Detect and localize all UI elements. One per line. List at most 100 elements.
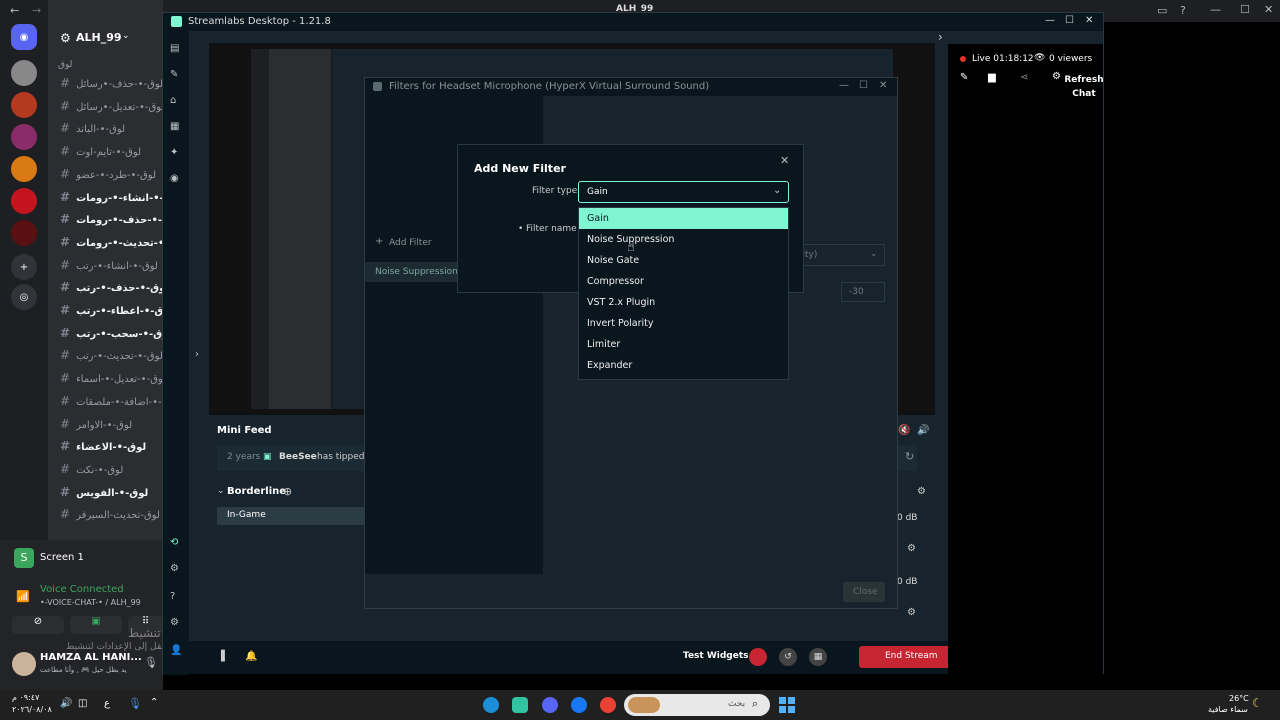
modal-close-icon[interactable]: ✕ bbox=[780, 154, 789, 167]
mixer-gear-icon[interactable]: ⚙ bbox=[907, 607, 916, 618]
mic-tray-icon[interactable]: 🎙 bbox=[128, 697, 142, 710]
add-scene-icon[interactable]: ⊕ bbox=[283, 485, 292, 498]
add-filter-label[interactable]: Add Filter bbox=[389, 238, 432, 248]
scene-item[interactable]: In-Game bbox=[217, 507, 367, 525]
mixer-gear-icon[interactable]: ⚙ bbox=[907, 543, 916, 554]
channel-item[interactable]: # لوق-•-حذف-•-رتب bbox=[60, 280, 163, 294]
discord-taskbar-icon[interactable] bbox=[542, 697, 558, 713]
maximize-icon[interactable]: ☐ bbox=[1240, 3, 1250, 16]
edit-icon[interactable]: ✎ bbox=[960, 72, 968, 83]
back-arrow-icon[interactable]: ← bbox=[10, 4, 19, 17]
minimize-icon[interactable]: — bbox=[839, 80, 849, 91]
dropdown-option[interactable]: VST 2.x Plugin bbox=[579, 292, 788, 313]
search-box[interactable]: بحث ⌕ bbox=[624, 694, 770, 716]
settings-icon[interactable]: ⚙ bbox=[170, 617, 182, 628]
folder-icon[interactable]: ▆ bbox=[988, 72, 996, 83]
discover-icon[interactable]: ◎ bbox=[11, 284, 37, 310]
scene-collection-name[interactable]: Borderline bbox=[227, 486, 286, 497]
refresh-chat-label[interactable]: Refresh Chat bbox=[1062, 73, 1106, 101]
facebook-icon[interactable] bbox=[571, 697, 587, 713]
volume-icon[interactable]: 🔊 bbox=[917, 425, 929, 436]
profile-icon[interactable]: 👤 bbox=[170, 645, 182, 656]
channel-item[interactable]: # لوق-•-الفويس bbox=[60, 485, 148, 499]
server-icon[interactable] bbox=[11, 92, 37, 118]
streamlabs-taskbar-icon[interactable] bbox=[512, 697, 528, 713]
minimize-icon[interactable]: — bbox=[1210, 3, 1221, 16]
speaker-icon[interactable]: 🔊 bbox=[60, 698, 72, 709]
edge-icon[interactable] bbox=[483, 697, 499, 713]
dropdown-option[interactable]: Noise Gate bbox=[579, 250, 788, 271]
dashboard-icon[interactable]: ⚙ bbox=[170, 563, 182, 574]
channel-item[interactable]: # لوق-•-حذف-•-رومات bbox=[60, 212, 163, 226]
filter-type-select[interactable]: Gain ⌄ bbox=[578, 181, 789, 203]
dropdown-option[interactable]: Invert Polarity bbox=[579, 313, 788, 334]
voice-status[interactable]: Voice Connected bbox=[40, 584, 124, 595]
avatar[interactable] bbox=[12, 652, 36, 676]
dropdown-option[interactable]: Compressor bbox=[579, 271, 788, 292]
notification-icon[interactable]: 🔔 bbox=[245, 651, 257, 662]
server-icon[interactable] bbox=[11, 124, 37, 150]
channel-item[interactable]: # لوق-•-الباند bbox=[60, 121, 125, 135]
expand-chevron-icon[interactable]: › bbox=[938, 30, 943, 44]
themes-icon[interactable]: ✎ bbox=[170, 69, 182, 80]
server-icon[interactable] bbox=[11, 156, 37, 182]
channel-item[interactable]: # لوق-•-سحب-•-رتب bbox=[60, 326, 163, 340]
server-icon[interactable] bbox=[11, 60, 37, 86]
chrome-icon[interactable] bbox=[600, 697, 616, 713]
collapse-icon[interactable]: › bbox=[195, 349, 207, 360]
feed-user[interactable]: BeeSee bbox=[279, 452, 317, 462]
channel-item[interactable]: # لوق-•-تعديل-•-اسماء bbox=[60, 371, 163, 385]
close-button[interactable]: Close bbox=[843, 582, 885, 602]
chevron-up-icon[interactable]: ⌃ bbox=[150, 697, 158, 708]
mixer-settings-icon[interactable]: ⚙ bbox=[917, 486, 926, 497]
editor-icon[interactable]: ▤ bbox=[170, 43, 182, 54]
share-icon[interactable]: ⋖ bbox=[1020, 72, 1028, 83]
server-icon[interactable] bbox=[11, 220, 37, 246]
camera-off-button[interactable]: ⊘ bbox=[12, 616, 64, 634]
record-icon[interactable]: ◉ bbox=[170, 173, 182, 184]
channel-item[interactable]: # لوق-•-تحديث-•-رتب bbox=[60, 348, 163, 362]
server-icon[interactable] bbox=[11, 188, 37, 214]
dropdown-option[interactable]: Gain bbox=[579, 208, 788, 229]
collapse-icon[interactable]: ⌄ bbox=[217, 486, 225, 496]
channel-item[interactable]: # لوق-•-انشاء-•-رومات bbox=[60, 190, 163, 204]
category-label[interactable]: لوق bbox=[58, 60, 72, 70]
apps-icon[interactable]: ✦ bbox=[170, 147, 182, 158]
bg-number-input[interactable]: -30 bbox=[841, 282, 885, 302]
channel-item[interactable]: # لوق-•-الاعضاء bbox=[60, 439, 146, 453]
maximize-icon[interactable]: ☐ bbox=[1065, 15, 1074, 26]
link-icon[interactable]: ⟲ bbox=[170, 537, 182, 548]
channel-item[interactable]: # لوق-•-اعطاء-•-رتب bbox=[60, 303, 163, 317]
refresh-chat-icon[interactable]: ⚙ bbox=[1052, 71, 1061, 82]
channel-item[interactable]: # لوق-•-تايم-اوت bbox=[60, 144, 141, 158]
share-screen-button[interactable]: ▣ bbox=[70, 616, 122, 634]
forward-arrow-icon[interactable]: → bbox=[32, 4, 41, 17]
close-icon[interactable]: ✕ bbox=[879, 80, 887, 91]
close-icon[interactable]: ✕ bbox=[1085, 15, 1093, 26]
add-server-icon[interactable]: + bbox=[11, 254, 37, 280]
user-name[interactable]: HAMZA AL HANI... bbox=[40, 652, 142, 663]
maximize-icon[interactable]: ☐ bbox=[859, 80, 868, 91]
inbox-icon[interactable]: ▭ bbox=[1157, 4, 1167, 17]
channel-item[interactable]: # لوق-•-تعديل-•رسائل bbox=[60, 99, 163, 113]
schedule-button[interactable]: ▦ bbox=[809, 648, 827, 666]
mute-icon[interactable]: 🔇 bbox=[898, 425, 910, 436]
dropdown-option[interactable]: Noise Suppression bbox=[579, 229, 788, 250]
channel-item[interactable]: # لوق-•-اضافة-•-ملصقات bbox=[60, 394, 163, 408]
layouts-icon[interactable]: ▦ bbox=[170, 121, 182, 132]
dropdown-option[interactable]: Limiter bbox=[579, 334, 788, 355]
help-icon[interactable]: ? bbox=[1180, 4, 1186, 17]
channel-item[interactable]: # لوق-•-طرد-•-عضو bbox=[60, 167, 156, 181]
discord-home-icon[interactable]: ◉ bbox=[11, 24, 37, 50]
add-filter-icon[interactable]: + bbox=[375, 236, 383, 247]
rec-button[interactable] bbox=[749, 648, 767, 666]
dropdown-option[interactable]: Expander bbox=[579, 355, 788, 376]
channel-item[interactable]: # لوق-•-تحديث-•-رومات bbox=[60, 235, 163, 249]
channel-item[interactable]: # لوق-•-الاوامر bbox=[60, 417, 132, 431]
start-icon[interactable] bbox=[779, 697, 795, 713]
wifi-icon[interactable]: ◫ bbox=[78, 698, 87, 709]
channel-item[interactable]: # لوق-•-حذف-•رسائل bbox=[60, 76, 163, 90]
replay-button[interactable]: ↺ bbox=[779, 648, 797, 666]
channel-item[interactable]: # لوق-•-انشاء-•-رتب bbox=[60, 258, 158, 272]
chevron-down-icon[interactable]: ⌄ bbox=[122, 31, 130, 41]
